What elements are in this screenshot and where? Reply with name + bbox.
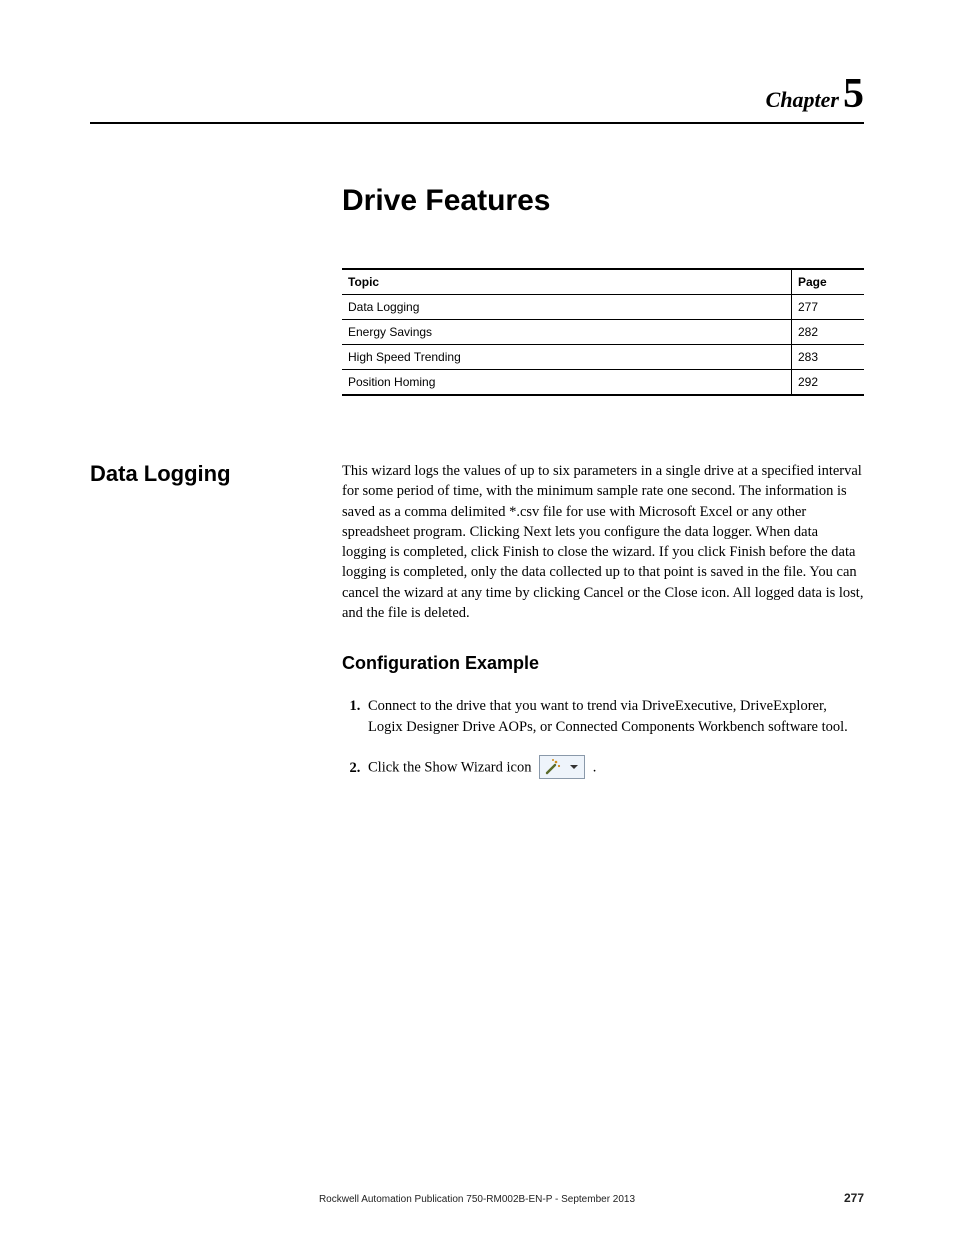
- chapter-rule: [90, 122, 864, 124]
- table-row: Data Logging 277: [342, 295, 864, 320]
- footer-publication: Rockwell Automation Publication 750-RM00…: [130, 1194, 824, 1205]
- toc-page: 277: [792, 295, 865, 320]
- toc-header-topic: Topic: [342, 269, 792, 295]
- toc-topic: Position Homing: [342, 370, 792, 396]
- toc-topic: High Speed Trending: [342, 345, 792, 370]
- table-row: Position Homing 292: [342, 370, 864, 396]
- page-footer: Rockwell Automation Publication 750-RM00…: [90, 1191, 864, 1205]
- toc-table: Topic Page Data Logging 277 Energy Savin…: [342, 268, 864, 396]
- example-heading: Configuration Example: [342, 653, 864, 674]
- step-text: Connect to the drive that you want to tr…: [368, 698, 848, 735]
- toc-topic: Data Logging: [342, 295, 792, 320]
- toc-page: 282: [792, 320, 865, 345]
- step-text: Click the Show Wizard icon: [368, 760, 531, 776]
- toc-header-page: Page: [792, 269, 865, 295]
- chevron-down-icon: [570, 765, 578, 769]
- step-trailing: .: [593, 760, 597, 776]
- chapter-number: 5: [839, 71, 864, 117]
- toc-topic: Energy Savings: [342, 320, 792, 345]
- list-item: Connect to the drive that you want to tr…: [364, 696, 864, 738]
- chapter-label: Chapter5: [90, 70, 864, 118]
- table-row: High Speed Trending 283: [342, 345, 864, 370]
- footer-page-number: 277: [824, 1191, 864, 1205]
- section-heading: Data Logging: [90, 461, 342, 487]
- table-row: Energy Savings 282: [342, 320, 864, 345]
- steps-list: Connect to the drive that you want to tr…: [342, 696, 864, 780]
- list-item: Click the Show Wizard icon .: [364, 756, 864, 780]
- wizard-icon: [539, 755, 585, 779]
- chapter-word: Chapter: [766, 87, 839, 112]
- section-body: This wizard logs the values of up to six…: [342, 461, 864, 623]
- page-title: Drive Features: [342, 184, 864, 218]
- toc-page: 283: [792, 345, 865, 370]
- toc-page: 292: [792, 370, 865, 396]
